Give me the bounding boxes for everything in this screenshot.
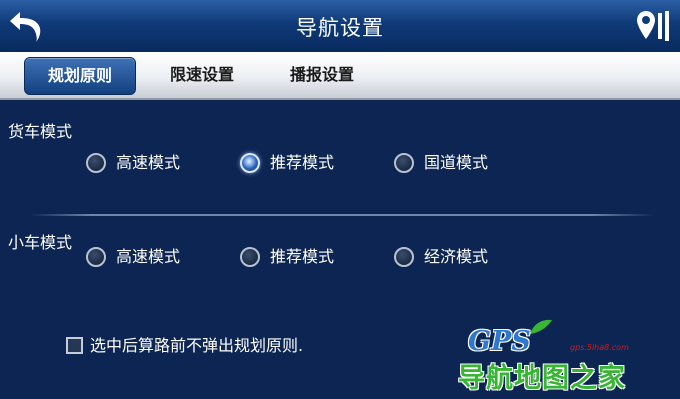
radio-button-selected[interactable] (240, 153, 260, 173)
leaf-icon (530, 319, 552, 334)
radio-button[interactable] (86, 153, 106, 173)
section-divider (30, 214, 654, 216)
radio-button[interactable] (240, 247, 260, 267)
radio-button[interactable] (86, 247, 106, 267)
radio-label: 推荐模式 (270, 153, 335, 172)
checkbox[interactable] (66, 337, 83, 354)
watermark-site-name: 导航地图之家 (458, 363, 626, 394)
truck-option-highway[interactable]: 高速模式 (86, 152, 196, 178)
radio-label: 推荐模式 (270, 247, 335, 266)
tab-broadcast[interactable]: 播报设置 (270, 57, 374, 93)
car-option-economy[interactable]: 经济模式 (394, 246, 504, 272)
truck-option-national-road[interactable]: 国道模式 (394, 152, 504, 178)
truck-option-recommended[interactable]: 推荐模式 (240, 152, 350, 178)
car-option-highway[interactable]: 高速模式 (86, 246, 196, 272)
checkbox-label: 选中后算路前不弹出规划原则. (90, 336, 304, 355)
tab-bar: 规划原则 限速设置 播报设置 (0, 52, 680, 100)
watermark-url: gps.5iha8.com (570, 343, 629, 352)
truck-mode-label: 货车模式 (8, 122, 73, 141)
radio-label: 经济模式 (424, 247, 489, 266)
car-mode-label: 小车模式 (8, 233, 73, 252)
car-option-recommended[interactable]: 推荐模式 (240, 246, 350, 272)
title-bar: 导航设置 (0, 0, 680, 53)
map-button[interactable] (636, 8, 672, 44)
radio-button[interactable] (394, 153, 414, 173)
radio-label: 高速模式 (116, 247, 181, 266)
radio-label: 国道模式 (424, 153, 489, 172)
tab-speed-limit[interactable]: 限速设置 (148, 57, 256, 93)
page-title: 导航设置 (296, 16, 384, 40)
map-pin-icon (637, 11, 669, 41)
radio-button[interactable] (394, 247, 414, 267)
tab-planning-rules[interactable]: 规划原则 (24, 57, 136, 95)
radio-label: 高速模式 (116, 153, 181, 172)
watermark-gps-text: GPS (468, 326, 531, 357)
watermark-logo: GPS gps.5iha8.com 导航地图之家 (456, 318, 676, 396)
